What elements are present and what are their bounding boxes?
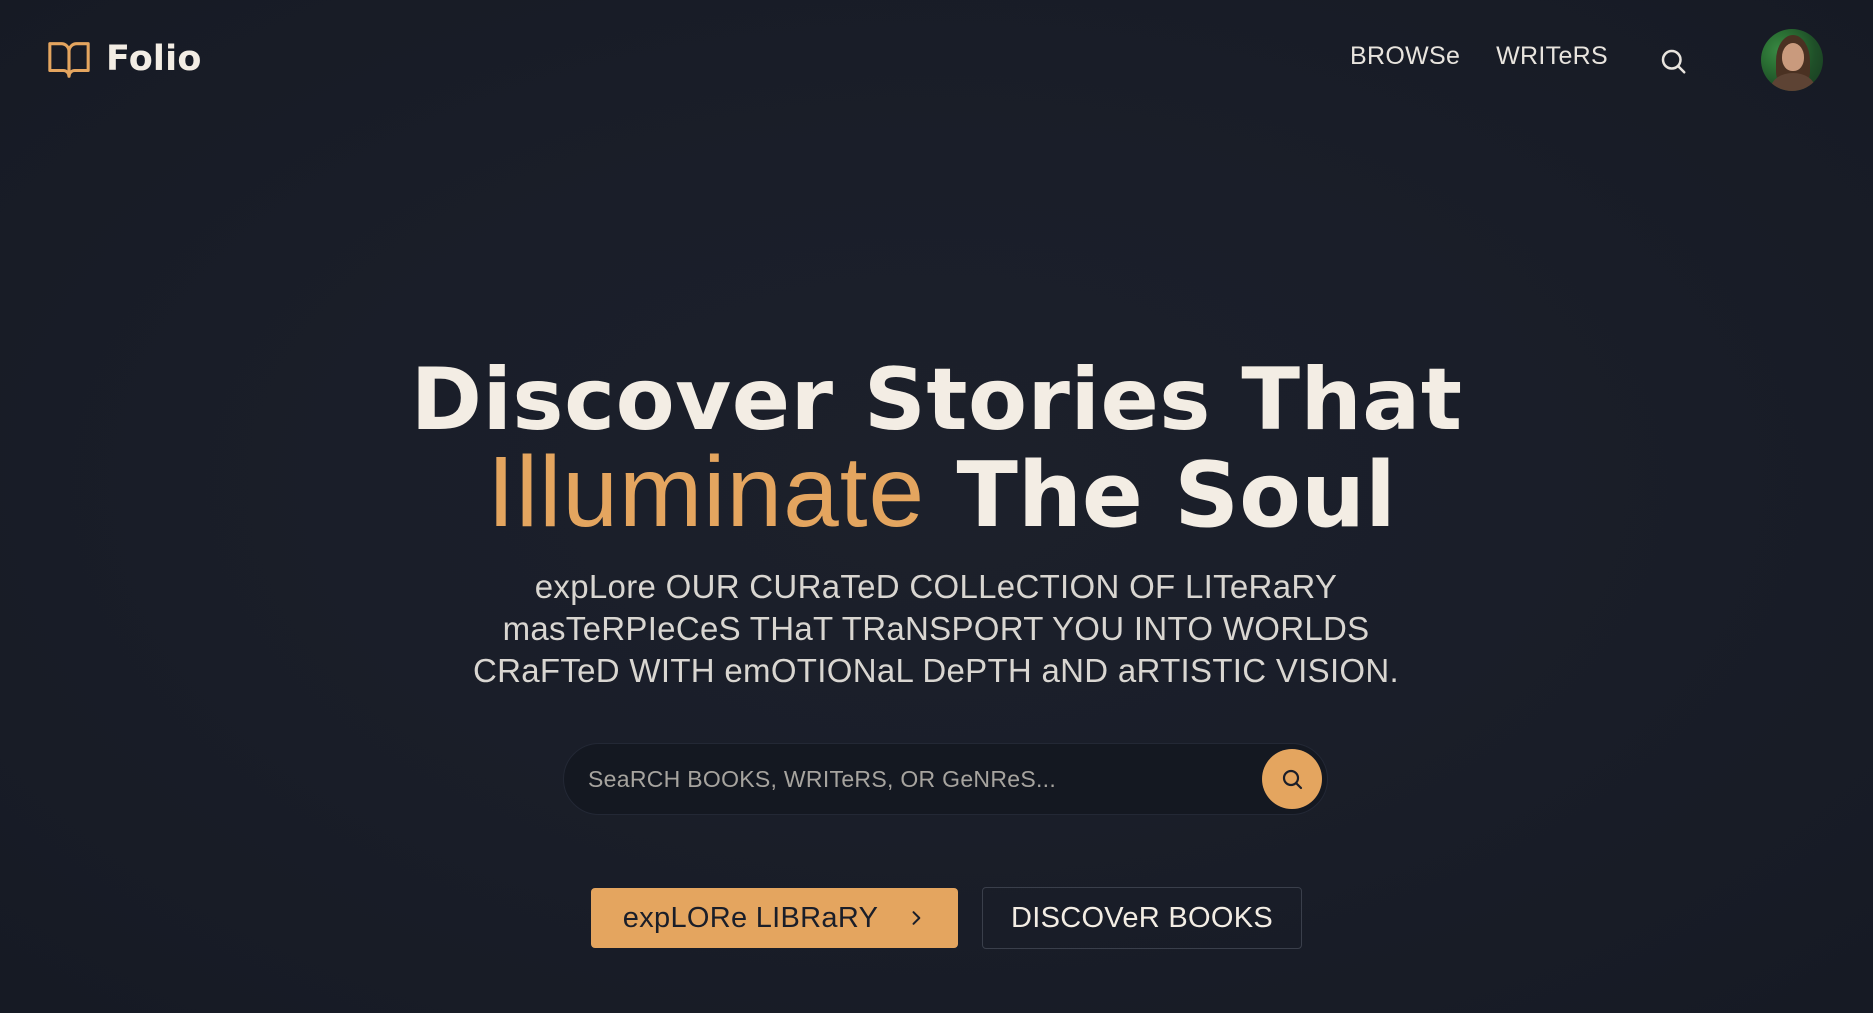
hero-description: expLore OUR CURaTeD COLLeCTION OF LITeRa… bbox=[472, 568, 1399, 689]
discover-books-button[interactable]: DISCOVeR BOOKS bbox=[982, 887, 1302, 949]
site-header: Folio BROWSe WRITeRS bbox=[0, 0, 1873, 120]
nav-link-writers[interactable]: WRITeRS bbox=[1496, 42, 1608, 71]
search-submit-button[interactable] bbox=[1262, 749, 1322, 809]
search-icon bbox=[1282, 769, 1303, 790]
discover-books-label: DISCOVeR BOOKS bbox=[1010, 901, 1274, 934]
avatar-face bbox=[1782, 43, 1804, 71]
nav-link-browse[interactable]: BROWSe bbox=[1350, 42, 1460, 71]
user-avatar[interactable] bbox=[1761, 29, 1823, 91]
hero-title-line1: Discover Stories That bbox=[410, 350, 1463, 450]
open-book-icon bbox=[48, 42, 90, 78]
explore-library-button[interactable]: expLORe LIBRaRY bbox=[591, 888, 958, 948]
hero-accent-word: Illuminate bbox=[487, 436, 926, 548]
explore-library-label: expLORe LIBRaRY bbox=[622, 901, 879, 934]
main-nav: BROWSe WRITeRS bbox=[1350, 42, 1608, 71]
hero-search-bar bbox=[563, 743, 1328, 815]
brand[interactable]: Folio bbox=[46, 36, 202, 82]
hero-title-rest: The Soul bbox=[956, 443, 1396, 548]
hero-title-line2: Illuminate The Soul bbox=[0, 440, 1873, 548]
search-input[interactable] bbox=[588, 744, 1228, 814]
chevron-right-icon bbox=[912, 911, 921, 925]
brand-name: Folio bbox=[106, 39, 202, 79]
search-icon[interactable] bbox=[1658, 46, 1688, 76]
